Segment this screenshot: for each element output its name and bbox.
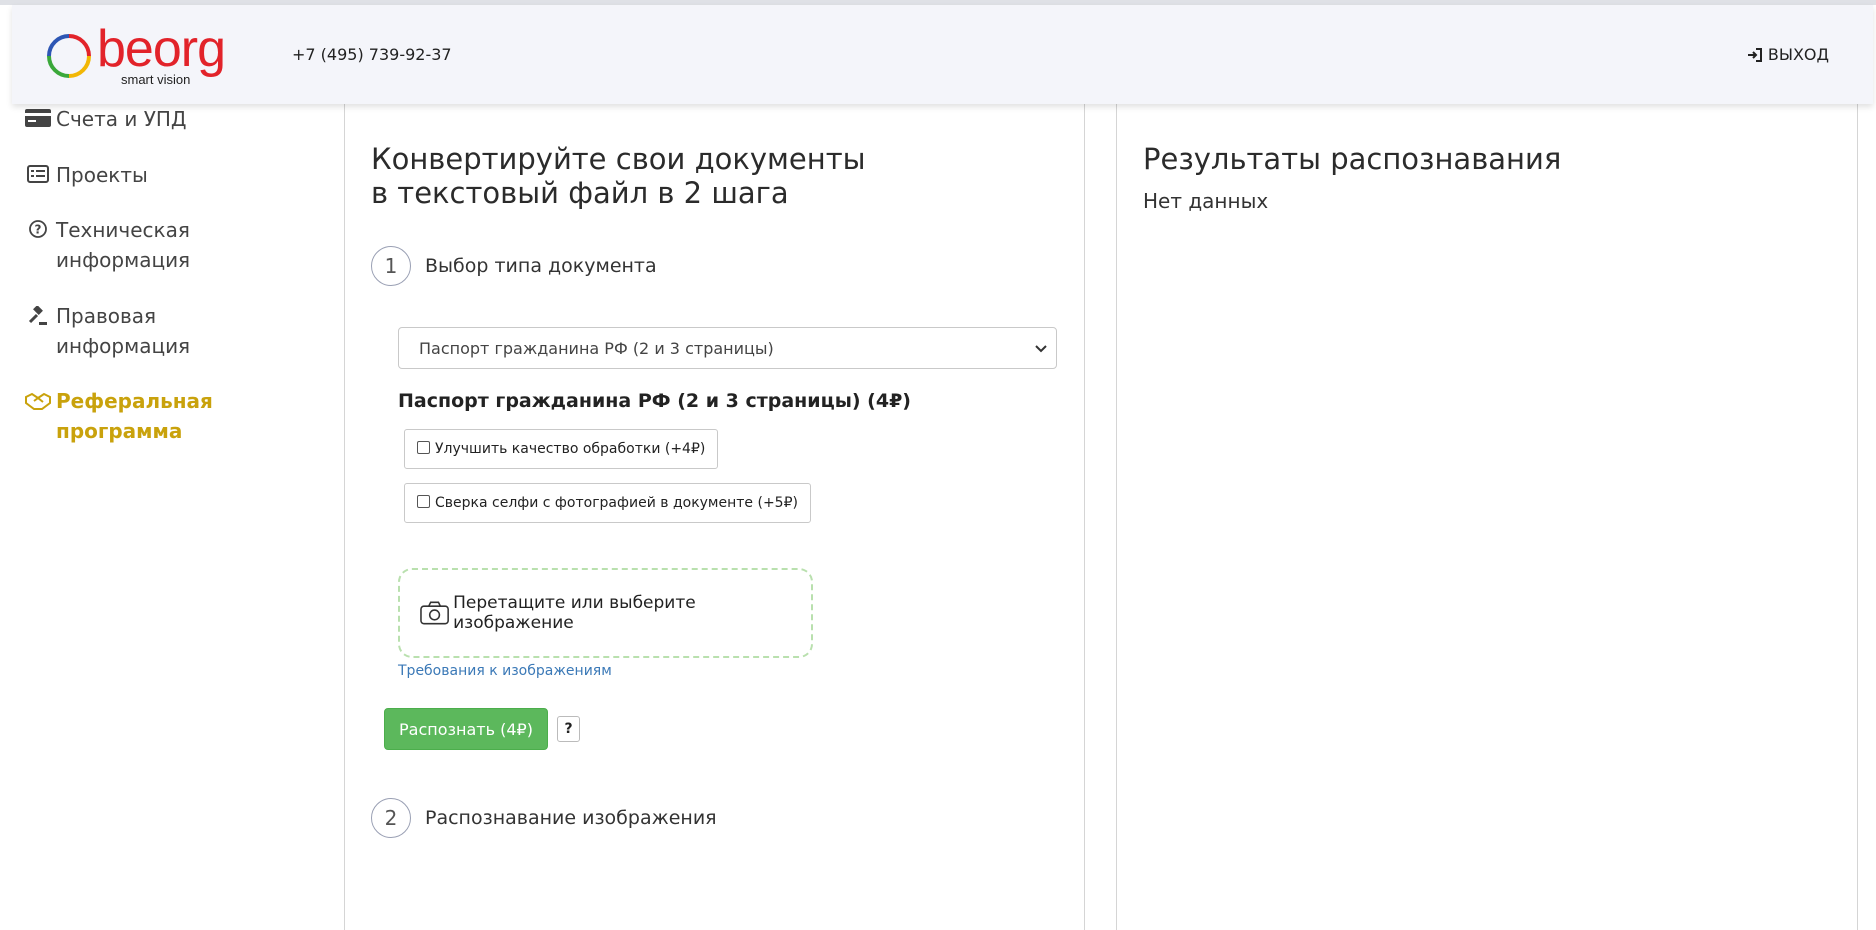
camera-icon <box>420 601 449 625</box>
conversion-panel: Конвертируйте свои документы в текстовый… <box>344 100 1085 930</box>
page-title: Конвертируйте свои документы в текстовый… <box>371 142 866 210</box>
sign-out-icon <box>1747 47 1762 62</box>
logo-ring-icon <box>47 34 91 78</box>
logout-button[interactable]: ВЫХОД <box>1747 45 1829 64</box>
svg-text:?: ? <box>35 223 42 237</box>
list-icon <box>24 160 52 183</box>
step-1: 1 Выбор типа документа <box>371 246 657 286</box>
logo-subtitle: smart vision <box>121 72 191 87</box>
sidebar-item-label: Счета и УПД <box>56 107 187 131</box>
select-value: Паспорт гражданина РФ (2 и 3 страницы) <box>419 338 774 358</box>
step-label: Выбор типа документа <box>425 255 657 277</box>
option-improve-quality[interactable]: Улучшить качество обработки (+4₽) <box>404 429 719 469</box>
page-title-line1: Конвертируйте свои документы <box>371 142 866 176</box>
results-empty-text: Нет данных <box>1143 189 1269 213</box>
image-dropzone[interactable]: Перетащите или выберите изображение <box>398 568 813 658</box>
image-requirements-link[interactable]: Требования к изображениям <box>398 663 612 679</box>
sidebar-item-projects[interactable]: Проекты <box>24 160 148 190</box>
step-number: 1 <box>371 246 411 286</box>
chevron-down-icon <box>1035 345 1047 353</box>
checkbox[interactable] <box>417 440 430 454</box>
document-title: Паспорт гражданина РФ (2 и 3 страницы) (… <box>398 390 911 412</box>
sidebar-item-invoices[interactable]: Счета и УПД <box>24 104 187 134</box>
step-number: 2 <box>371 798 411 838</box>
header: beorg smart vision +7 (495) 739-92-37 ВЫ… <box>12 5 1873 104</box>
dropzone-label: Перетащите или выберите изображение <box>453 593 696 633</box>
credit-card-icon <box>24 104 52 127</box>
help-button[interactable]: ? <box>557 716 580 742</box>
step-label: Распознавание изображения <box>425 807 717 829</box>
phone-number[interactable]: +7 (495) 739-92-37 <box>292 45 452 64</box>
option-label: Сверка селфи с фотографией в документе (… <box>435 495 798 511</box>
logo[interactable]: beorg smart vision <box>37 20 237 91</box>
sidebar-item-label: Правовая информация <box>56 304 191 358</box>
sidebar-item-legal-info[interactable]: Правовая информация <box>24 301 190 361</box>
sidebar-item-tech-info[interactable]: ? Техническая информация <box>24 215 190 275</box>
results-title: Результаты распознавания <box>1143 142 1562 176</box>
option-selfie-check[interactable]: Сверка селфи с фотографией в документе (… <box>404 483 811 523</box>
sidebar-item-label: Реферальная программа <box>56 389 213 443</box>
sidebar-item-label: Техническая информация <box>56 218 191 272</box>
page-title-line2: в текстовый файл в 2 шага <box>371 176 789 210</box>
logout-label: ВЫХОД <box>1767 45 1829 64</box>
option-label: Улучшить качество обработки (+4₽) <box>435 441 706 457</box>
sidebar-item-label: Проекты <box>56 163 148 187</box>
recognize-button[interactable]: Распознать (4₽) <box>384 708 548 750</box>
gavel-icon <box>24 301 52 326</box>
results-panel: Результаты распознавания Нет данных <box>1116 100 1858 930</box>
step-2: 2 Распознавание изображения <box>371 798 717 838</box>
checkbox[interactable] <box>417 494 430 508</box>
document-type-select[interactable]: Паспорт гражданина РФ (2 и 3 страницы) <box>398 327 1057 369</box>
question-circle-icon: ? <box>24 215 52 238</box>
logo-text: beorg <box>97 20 226 78</box>
handshake-icon <box>24 386 52 411</box>
sidebar-item-referral[interactable]: Реферальная программа <box>24 386 213 446</box>
